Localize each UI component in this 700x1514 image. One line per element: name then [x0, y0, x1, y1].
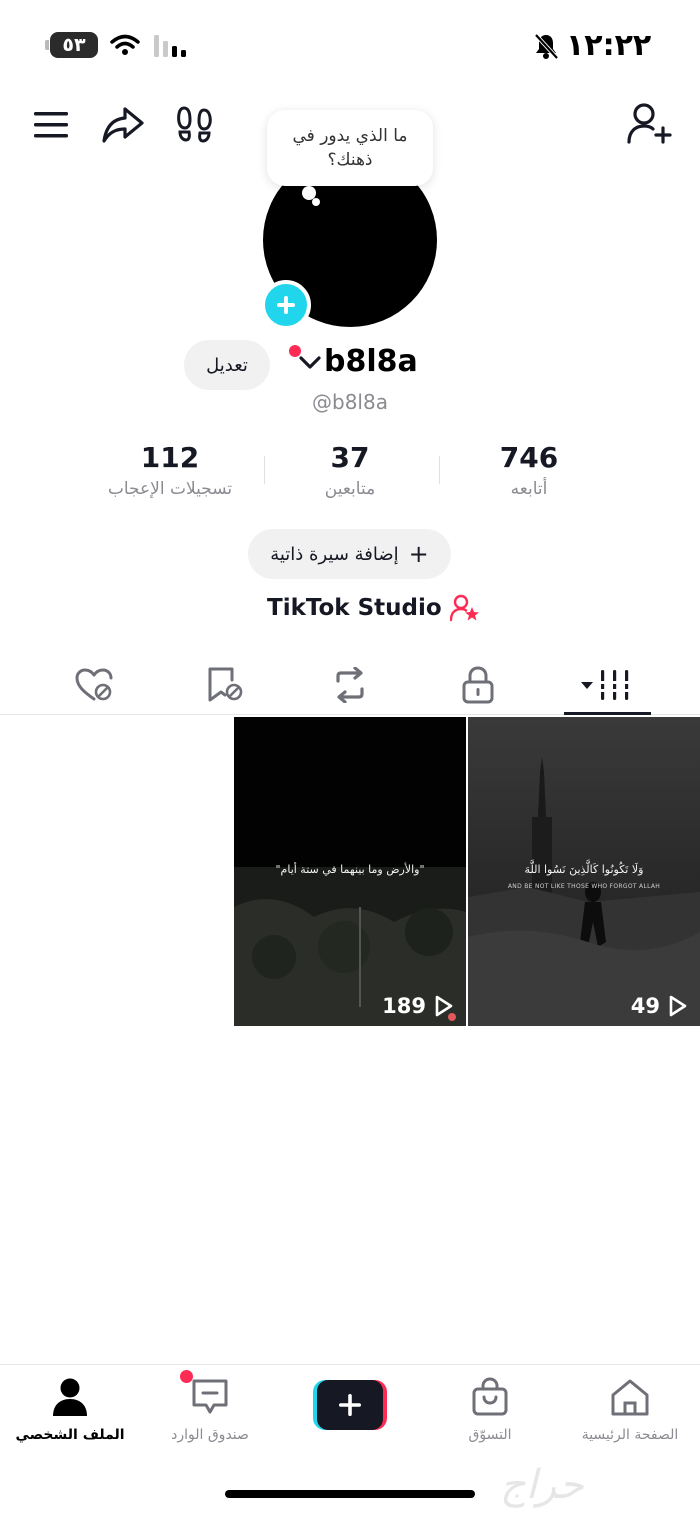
plus-icon: +: [408, 540, 429, 568]
nav-home[interactable]: الصفحة الرئيسية: [560, 1375, 700, 1443]
video-thumbnail[interactable]: وَلَا تَكُونُوا كَالَّذِينَ نَسُوا اللَّ…: [468, 717, 700, 1026]
create-button[interactable]: [313, 1380, 387, 1430]
video-thumbnail[interactable]: "والأرض وما بينهما في ستة أيام" 189: [234, 717, 466, 1026]
home-icon: [611, 1379, 649, 1416]
following-label: أتابعه: [510, 479, 548, 499]
play-icon: [435, 995, 453, 1017]
add-friend-icon[interactable]: [625, 100, 673, 148]
video-subtitle: AND BE NOT LIKE THOSE WHO FORGOT ALLAH: [507, 883, 661, 890]
shopping-bag-icon: [472, 1377, 508, 1416]
thought-bubble-tail-small: [312, 198, 320, 206]
edit-profile-label: تعديل: [206, 354, 248, 376]
clock: ١٢:٢٢: [566, 28, 652, 63]
inbox-notification-dot: [180, 1370, 193, 1383]
nav-shop-label: التسوّق: [468, 1427, 512, 1443]
thought-bubble-text: ما الذي يدور في ذهنك؟: [292, 126, 408, 170]
tab-private[interactable]: [438, 655, 518, 715]
nav-profile-label: الملف الشخصي: [15, 1427, 125, 1443]
plus-icon: [339, 1394, 361, 1416]
followers-label: متابعين: [324, 479, 376, 499]
view-count-value: 49: [630, 994, 660, 1018]
profile-tabs: [0, 655, 700, 715]
tab-liked[interactable]: [54, 655, 134, 715]
followers-count: 37: [330, 441, 370, 474]
share-icon[interactable]: [100, 102, 146, 148]
tab-reposts[interactable]: [310, 655, 390, 715]
likes-count: 112: [140, 441, 200, 474]
following-count: 746: [499, 441, 559, 474]
likes-stat[interactable]: 112 تسجيلات الإعجاب: [70, 440, 270, 502]
bookmark-hidden-icon: [208, 667, 243, 702]
nav-home-label: الصفحة الرئيسية: [581, 1427, 679, 1443]
view-count: 49: [631, 994, 688, 1018]
add-bio-label: إضافة سيرة ذاتية: [270, 543, 399, 565]
add-avatar-button[interactable]: [261, 280, 311, 330]
display-name[interactable]: b8l8a: [324, 344, 418, 379]
profile-icon: [53, 1378, 87, 1416]
likes-label: تسجيلات الإعجاب: [107, 479, 233, 499]
active-tab-indicator: [564, 712, 651, 715]
profile-views-footprint-icon[interactable]: [173, 102, 217, 146]
heart-hidden-icon: [75, 668, 113, 701]
battery-level: ٥٣: [62, 34, 86, 56]
tiktok-studio-label: TikTok Studio: [267, 595, 442, 621]
battery-indicator: ٥٣: [45, 32, 98, 58]
menu-icon[interactable]: [30, 104, 72, 146]
status-bar: ٥٣ ١٢:٢٢: [0, 0, 700, 90]
inbox-icon: [192, 1379, 228, 1414]
add-bio-button[interactable]: + إضافة سيرة ذاتية: [248, 529, 451, 579]
nav-inbox-label: صندوق الوارد: [171, 1427, 249, 1443]
play-icon: [669, 995, 687, 1017]
username: @b8l8a: [312, 390, 388, 414]
home-indicator[interactable]: [225, 1490, 475, 1498]
view-count-value: 189: [382, 994, 426, 1018]
nav-profile[interactable]: الملف الشخصي: [0, 1375, 140, 1443]
edit-profile-button[interactable]: تعديل: [184, 340, 270, 390]
repost-icon: [336, 667, 364, 703]
lock-icon: [462, 666, 494, 704]
bell-muted-icon: [534, 33, 559, 60]
video-caption: "والأرض وما بينهما في ستة أيام": [275, 863, 425, 876]
thought-bubble[interactable]: ما الذي يدور في ذهنك؟: [267, 110, 433, 186]
tab-favorites[interactable]: [184, 655, 264, 715]
wifi-icon: [110, 34, 140, 55]
view-count: 189: [382, 994, 454, 1018]
watermark: حراج: [500, 1462, 584, 1508]
nav-inbox[interactable]: صندوق الوارد: [140, 1375, 280, 1443]
followers-stat[interactable]: 37 متابعين: [250, 440, 450, 502]
tab-videos[interactable]: [567, 655, 647, 715]
video-caption: وَلَا تَكُونُوا كَالَّذِينَ نَسُوا اللَّ…: [524, 863, 644, 876]
plus-icon: [277, 296, 295, 314]
following-stat[interactable]: 746 أتابعه: [429, 440, 629, 502]
nav-shop[interactable]: التسوّق: [420, 1375, 560, 1443]
tiktok-studio-link[interactable]: TikTok Studio: [267, 592, 480, 624]
creator-star-icon: [449, 594, 479, 622]
cellular-signal-icon: [154, 35, 186, 57]
grid-icon: [581, 670, 630, 700]
chevron-down-icon[interactable]: [298, 355, 322, 371]
